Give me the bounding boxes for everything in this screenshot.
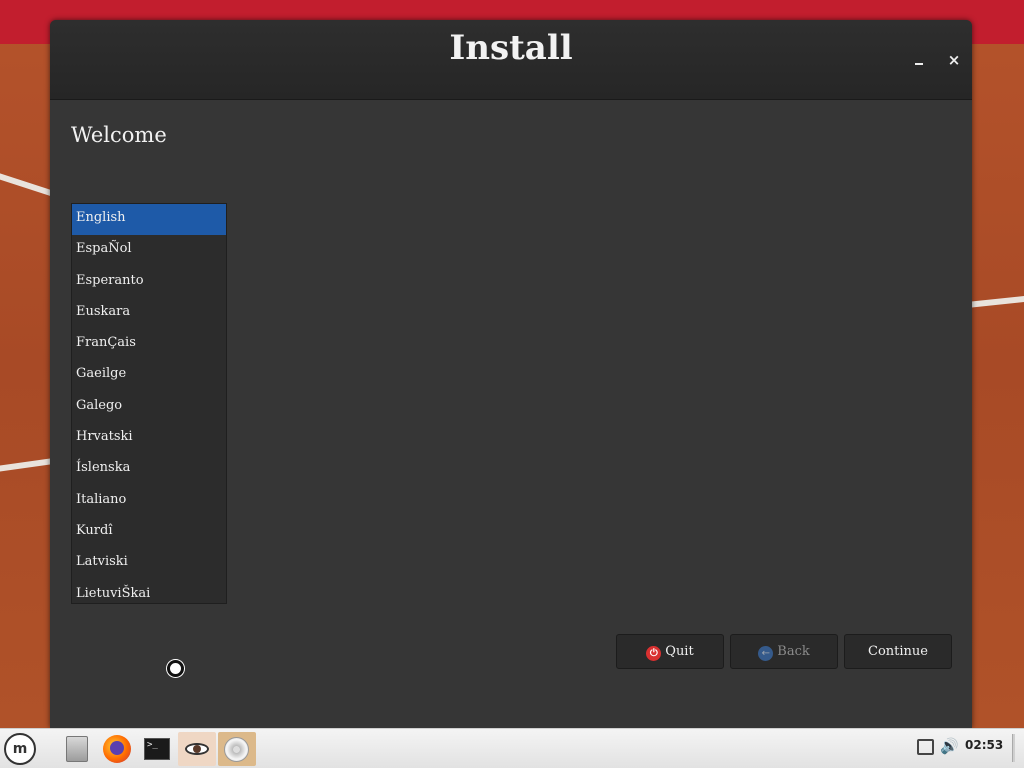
quit-button[interactable]: ⏻ Quit [616,634,724,669]
title-bar[interactable]: Install × [50,20,972,100]
quit-label: Quit [665,644,694,659]
language-item-kurdi[interactable]: Kurdî [72,517,226,548]
language-item-euskara[interactable]: Euskara [72,298,226,329]
clock[interactable]: 02:53 [965,738,1003,752]
mint-menu-icon[interactable]: m [4,733,36,765]
taskbar: m >_ [0,728,1024,768]
show-desktop-button[interactable] [1012,734,1015,762]
continue-label: Continue [868,644,928,659]
language-item-gaeilge[interactable]: Gaeilge [72,360,226,391]
installer-disc-icon[interactable] [218,732,256,766]
minimize-icon [915,63,923,65]
terminal-icon[interactable]: >_ [140,732,174,766]
back-button[interactable]: ← Back [730,634,838,669]
language-item-english[interactable]: English [72,204,226,236]
language-item-espanol[interactable]: EspaÑol [72,235,226,266]
language-item-galego[interactable]: Galego [72,392,226,423]
language-item-latviski[interactable]: Latviski [72,548,226,579]
language-list[interactable]: English EspaÑol Esperanto Euskara FranÇa… [71,203,227,604]
back-label: Back [777,644,810,659]
back-arrow-icon: ← [758,645,774,661]
language-item-islenska[interactable]: Íslenska [72,454,226,485]
firefox-icon[interactable] [100,732,134,766]
language-item-esperanto[interactable]: Esperanto [72,267,226,298]
minimize-button[interactable] [910,50,930,70]
mouse-cursor [167,660,184,677]
file-manager-icon[interactable] [60,732,94,766]
close-button[interactable]: × [944,50,964,70]
power-icon: ⏻ [646,645,662,661]
language-item-francais[interactable]: FranÇais [72,329,226,360]
network-icon[interactable] [917,739,934,755]
volume-icon[interactable]: 🔊 [940,737,959,755]
language-item-lietuviskai[interactable]: LietuviŠkai [72,580,226,603]
language-item-hrvatski[interactable]: Hrvatski [72,423,226,454]
window-title: Install [449,28,573,68]
eye-app-icon[interactable] [178,732,216,766]
continue-button[interactable]: Continue [844,634,952,669]
language-item-italiano[interactable]: Italiano [72,486,226,517]
installer-window: Install × Welcome English EspaÑol Espera… [50,20,972,728]
page-title: Welcome [71,123,167,147]
